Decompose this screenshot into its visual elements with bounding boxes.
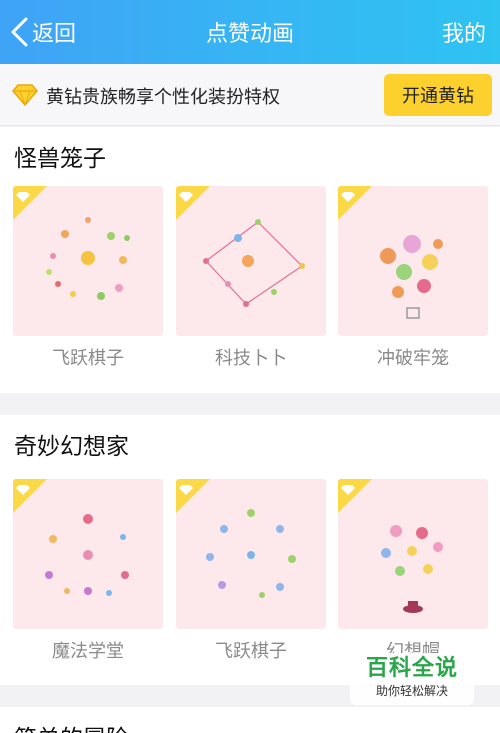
- watermark-title: 百科全说: [365, 656, 458, 681]
- section-fantasy-dreamer: 奇妙幻想家 魔法学堂 飞跃棋子 幻想帽: [0, 415, 500, 685]
- vip-corner-badge-icon: [176, 479, 210, 513]
- animation-thumbnail: [176, 186, 326, 336]
- animation-thumbnail: [176, 479, 326, 629]
- vip-promo-bar: 黄钻贵族畅享个性化装扮特权 开通黄钻: [0, 64, 500, 126]
- watermark-logo: 百科全说 助你轻松解决: [350, 653, 474, 705]
- section-title: 简单的冒险: [14, 719, 129, 733]
- animation-card[interactable]: 冲破牢笼: [338, 186, 488, 386]
- animation-card[interactable]: 飞跃棋子: [13, 186, 163, 386]
- animation-name: 科技卜卜: [215, 348, 287, 369]
- animation-name: 飞跃棋子: [52, 348, 124, 369]
- animation-card[interactable]: 科技卜卜: [176, 186, 326, 386]
- mine-link[interactable]: 我的: [442, 16, 486, 48]
- animation-name: 冲破牢笼: [377, 348, 449, 369]
- animation-thumbnail: [13, 479, 163, 629]
- animation-thumbnail: [13, 186, 163, 336]
- section-title: 怪兽笼子: [14, 146, 106, 172]
- vip-corner-badge-icon: [13, 186, 47, 220]
- vip-corner-badge-icon: [176, 186, 210, 220]
- top-nav-bar: 返回 点赞动画 我的: [0, 0, 500, 64]
- vip-corner-badge-icon: [338, 479, 372, 513]
- animation-name: 魔法学堂: [52, 641, 124, 662]
- animation-thumbnail: [338, 479, 488, 629]
- animation-card[interactable]: 幻想帽: [338, 479, 488, 679]
- animation-thumbnail: [338, 186, 488, 336]
- animation-name: 飞跃棋子: [215, 641, 287, 662]
- animation-card[interactable]: 魔法学堂: [13, 479, 163, 679]
- section-monster-cage: 怪兽笼子 飞跃棋子 科技卜卜 冲破牢笼: [0, 127, 500, 393]
- diamond-icon: [12, 84, 38, 106]
- vip-corner-badge-icon: [13, 479, 47, 513]
- watermark-subtitle: 助你轻松解决: [375, 684, 448, 698]
- section-simple-adventure: 简单的冒险: [0, 707, 500, 733]
- page-title: 点赞动画: [205, 22, 294, 47]
- vip-promo-text: 黄钻贵族畅享个性化装扮特权: [46, 87, 280, 108]
- animation-card[interactable]: 飞跃棋子: [176, 479, 326, 679]
- open-vip-button[interactable]: 开通黄钻: [384, 74, 492, 116]
- vip-corner-badge-icon: [338, 186, 372, 220]
- section-title: 奇妙幻想家: [14, 434, 129, 460]
